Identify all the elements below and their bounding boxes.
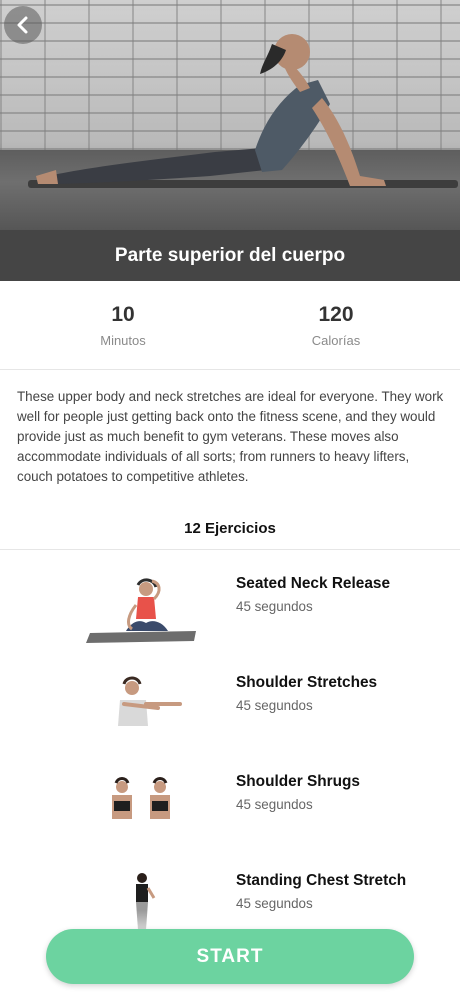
exercise-duration: 45 segundos xyxy=(236,797,313,812)
workout-description: These upper body and neck stretches are … xyxy=(17,389,444,484)
exercise-thumbnail xyxy=(112,777,170,819)
exercise-name: Standing Chest Stretch xyxy=(236,872,407,889)
stat-label: Calorías xyxy=(311,333,361,348)
yoga-figure xyxy=(36,34,386,186)
start-button[interactable]: START xyxy=(46,929,414,984)
chevron-left-icon xyxy=(17,16,28,34)
hero-image xyxy=(0,0,460,230)
exercise-duration: 45 segundos xyxy=(236,599,313,614)
exercise-item[interactable]: Shoulder Stretches 45 segundos xyxy=(0,674,460,773)
exercise-name: Shoulder Shrugs xyxy=(236,773,360,790)
exercise-item[interactable]: Seated Neck Release 45 segundos xyxy=(0,575,460,674)
exercise-name: Shoulder Stretches xyxy=(236,674,378,691)
title-bar: Parte superior del cuerpo xyxy=(0,230,460,281)
exercise-duration: 45 segundos xyxy=(236,896,313,911)
stat-value: 10 xyxy=(111,303,135,326)
back-button[interactable] xyxy=(4,6,42,44)
page-title: Parte superior del cuerpo xyxy=(114,244,346,266)
exercise-thumbnail xyxy=(86,578,196,643)
exercise-duration: 45 segundos xyxy=(236,698,313,713)
exercise-item[interactable]: Shoulder Shrugs 45 segundos xyxy=(0,773,460,872)
exercise-name: Seated Neck Release xyxy=(236,575,391,592)
stats-row: 10 Minutos 120 Calorías xyxy=(0,281,460,370)
exercise-count: 12 Ejercicios xyxy=(0,512,460,550)
stat-label: Minutos xyxy=(100,333,146,348)
stat-calories: 120 Calorías xyxy=(261,303,411,348)
exercise-thumbnail xyxy=(118,676,182,726)
stat-minutes: 10 Minutos xyxy=(48,303,198,348)
stat-value: 120 xyxy=(318,303,354,326)
